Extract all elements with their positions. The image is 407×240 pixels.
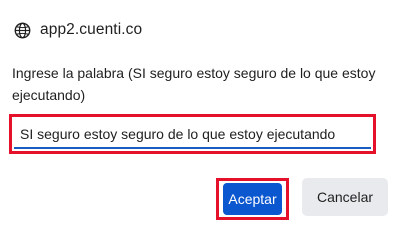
prompt-input[interactable] xyxy=(14,120,371,149)
prompt-message: Ingrese la palabra (SI seguro estoy segu… xyxy=(12,65,376,103)
accept-button[interactable]: Aceptar xyxy=(223,183,282,215)
globe-icon xyxy=(14,22,31,39)
prompt-dialog: app2.cuenti.co Ingrese la palabra (SI se… xyxy=(0,0,407,229)
site-name: app2.cuenti.co xyxy=(40,21,143,38)
cancel-button[interactable]: Cancelar xyxy=(302,178,388,216)
dialog-header: app2.cuenti.co xyxy=(14,19,142,41)
